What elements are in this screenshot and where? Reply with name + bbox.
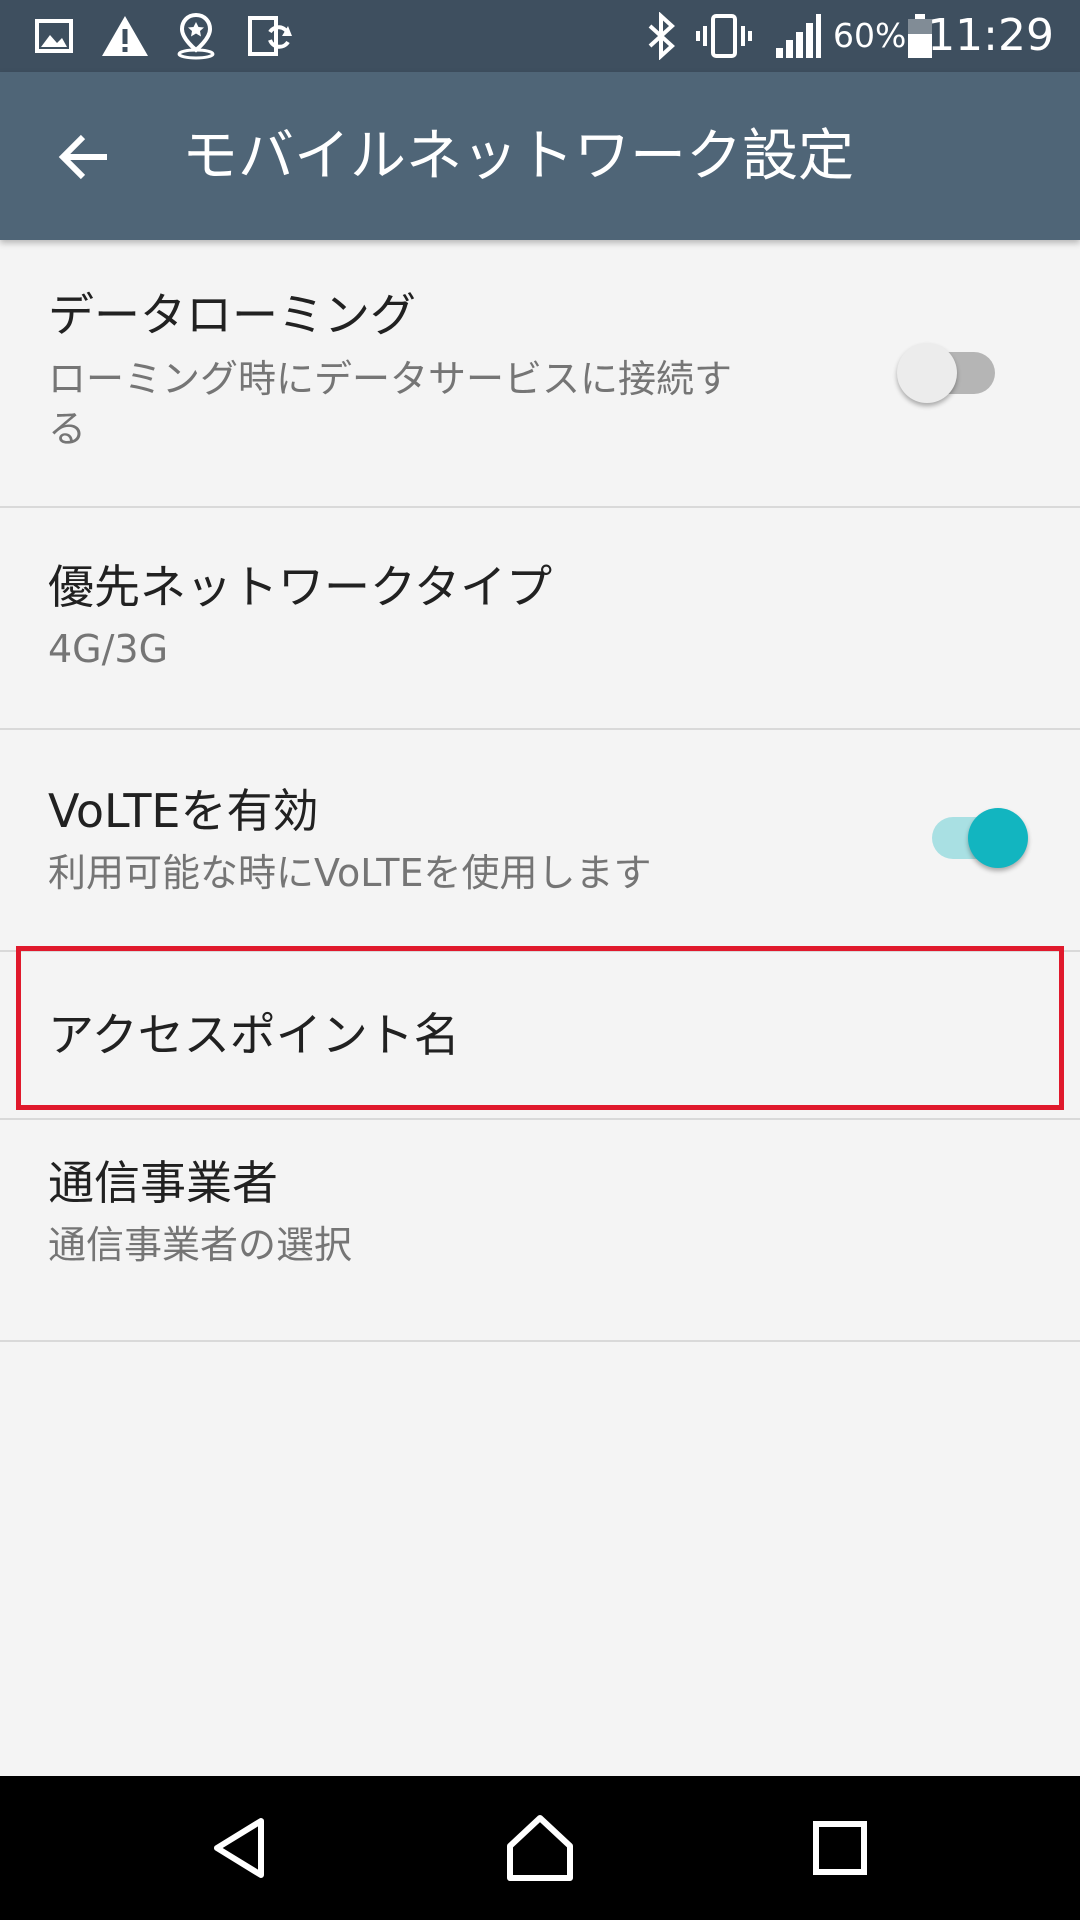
image-icon [35, 19, 73, 53]
setting-subtitle: 利用可能な時にVoLTEを使用します [48, 851, 652, 895]
warning-icon [102, 16, 148, 56]
page-title: モバイルネットワーク設定 [182, 124, 854, 189]
app-bar: モバイルネットワーク設定 [0, 72, 1080, 240]
back-button[interactable] [30, 112, 140, 202]
setting-network-operators[interactable]: 通信事業者 通信事業者の選択 [0, 1120, 1080, 1342]
setting-data-roaming[interactable]: データローミング ローミング時にデータサービスに接続す る [0, 240, 1080, 508]
setting-subtitle: 通信事業者の選択 [48, 1223, 353, 1267]
setting-title: 通信事業者 [48, 1156, 278, 1210]
toggle-thumb [968, 808, 1028, 868]
setting-subtitle-continued: る [48, 407, 87, 451]
nav-home-button[interactable] [480, 1798, 600, 1898]
nav-recents-button[interactable] [780, 1798, 900, 1898]
volte-toggle[interactable] [918, 808, 1028, 868]
setting-title: 優先ネットワークタイプ [48, 560, 553, 614]
nav-back-button[interactable] [180, 1798, 300, 1898]
toggle-thumb [897, 343, 957, 403]
vibrate-icon [696, 14, 752, 58]
signal-icon [776, 14, 821, 58]
recents-square-icon [813, 1821, 867, 1875]
settings-list: データローミング ローミング時にデータサービスに接続す る 優先ネットワークタイ… [0, 240, 1080, 1342]
back-triangle-icon [214, 1818, 264, 1878]
navigation-bar [0, 1776, 1080, 1920]
screen-sync-icon [248, 16, 292, 56]
setting-subtitle: 4G/3G [48, 627, 169, 671]
setting-title: VoLTEを有効 [48, 784, 319, 838]
clock: 11:29 [927, 10, 1054, 61]
setting-title: アクセスポイント名 [48, 1008, 460, 1062]
data-roaming-toggle[interactable] [897, 343, 1007, 403]
home-icon [507, 1815, 573, 1881]
setting-access-point-names[interactable]: アクセスポイント名 [0, 952, 1080, 1120]
setting-volte[interactable]: VoLTEを有効 利用可能な時にVoLTEを使用します [0, 730, 1080, 952]
setting-subtitle: ローミング時にデータサービスに接続す [48, 357, 733, 401]
battery-percent: 60% [833, 16, 907, 55]
setting-title: データローミング [48, 288, 416, 342]
arrow-back-icon [58, 134, 107, 180]
status-bar: 60% 11:29 [0, 0, 1080, 72]
setting-preferred-network-type[interactable]: 優先ネットワークタイプ 4G/3G [0, 508, 1080, 730]
location-pin-icon [177, 12, 215, 60]
bluetooth-icon [648, 12, 675, 60]
